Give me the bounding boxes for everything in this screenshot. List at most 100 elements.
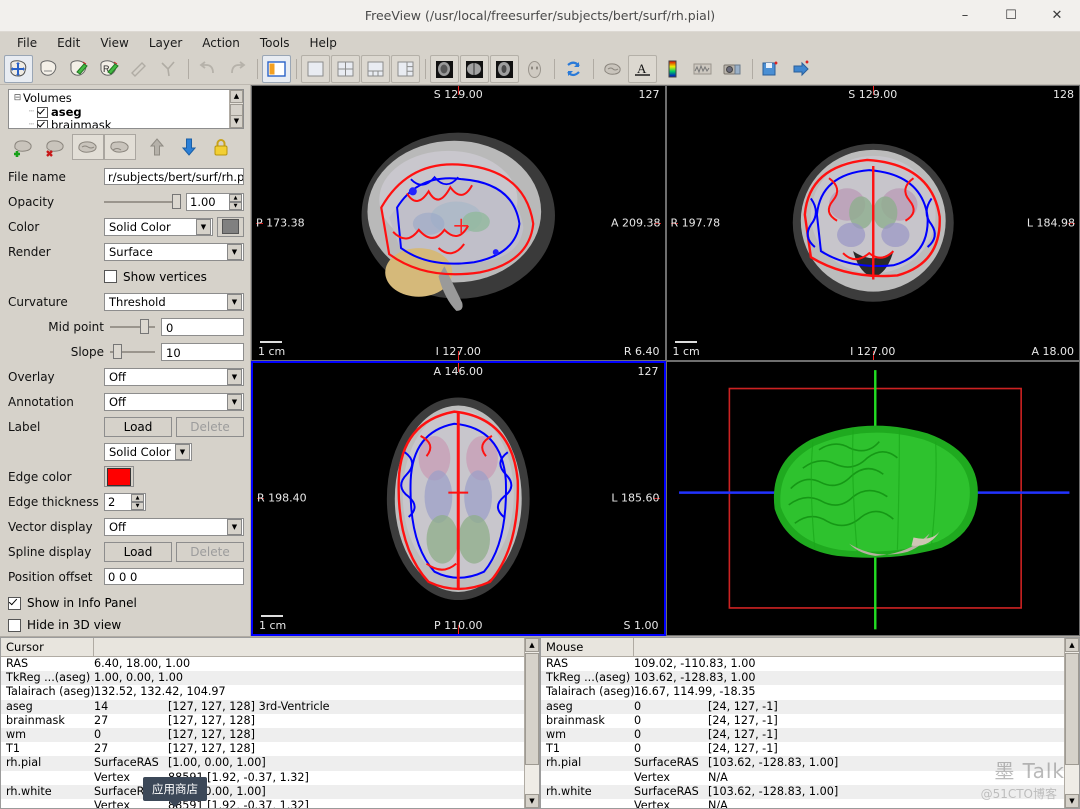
tree-scrollbar[interactable]: ▲ ▼ xyxy=(229,90,243,128)
view-sagittal-icon[interactable] xyxy=(430,55,459,83)
render-combo[interactable]: Surface ▼ xyxy=(104,243,244,261)
spin-arrows[interactable]: ▲▼ xyxy=(229,194,242,210)
undo-icon[interactable] xyxy=(193,55,222,83)
maximize-button[interactable]: ☐ xyxy=(988,0,1034,31)
midpoint-slider[interactable] xyxy=(110,318,155,336)
info-row[interactable]: rh.pialSurfaceRAS[103.62, -128.83, 1.00] xyxy=(541,756,1079,770)
info-row[interactable]: RAS6.40, 18.00, 1.00 xyxy=(1,657,539,671)
spline-load-button[interactable]: Load xyxy=(104,542,172,562)
move-down-icon[interactable] xyxy=(173,134,205,160)
info-row[interactable]: TkReg ...(aseg)103.62, -128.83, 1.00 xyxy=(541,671,1079,685)
opacity-slider[interactable] xyxy=(104,193,181,211)
tree-item-checkbox[interactable] xyxy=(37,107,48,118)
slider-knob[interactable] xyxy=(172,194,181,209)
menu-help[interactable]: Help xyxy=(299,34,346,52)
text-annotation-icon[interactable]: A xyxy=(628,55,657,83)
spin-down-icon[interactable]: ▼ xyxy=(229,202,242,210)
edge-thickness-spinbox[interactable]: 2 ▲▼ xyxy=(104,493,146,511)
annotation-combo[interactable]: Off ▼ xyxy=(104,393,244,411)
surface-b-icon[interactable] xyxy=(104,134,136,160)
move-up-icon[interactable] xyxy=(141,134,173,160)
navigate-icon[interactable] xyxy=(4,55,33,83)
save-point-set-icon[interactable] xyxy=(787,55,816,83)
slope-input[interactable]: 10 xyxy=(161,343,244,361)
label-color-combo[interactable]: Solid Color ▼ xyxy=(104,443,192,461)
chevron-down-icon[interactable]: ▼ xyxy=(227,244,242,260)
voxel-edit-icon[interactable] xyxy=(64,55,93,83)
timecourse-icon[interactable] xyxy=(688,55,717,83)
view-3d-icon[interactable] xyxy=(520,55,549,83)
scroll-up-icon[interactable]: ▲ xyxy=(525,638,539,652)
minimize-button[interactable]: – xyxy=(942,0,988,31)
show-panel-icon[interactable] xyxy=(262,55,291,83)
close-button[interactable]: ✕ xyxy=(1034,0,1080,31)
roi-edit-icon[interactable]: R xyxy=(94,55,123,83)
menu-file[interactable]: File xyxy=(7,34,47,52)
unload-surface-icon[interactable] xyxy=(40,134,72,160)
info-row[interactable]: wm0[127, 127, 128] xyxy=(1,728,539,742)
curvature-combo[interactable]: Threshold ▼ xyxy=(104,293,244,311)
spin-up-icon[interactable]: ▲ xyxy=(229,194,242,202)
opacity-spinbox[interactable]: 1.00 ▲▼ xyxy=(186,193,244,211)
recon-edit-icon[interactable] xyxy=(34,55,63,83)
checkbox-box[interactable] xyxy=(8,597,21,610)
info-row[interactable]: RAS109.02, -110.83, 1.00 xyxy=(541,657,1079,671)
info-row[interactable]: T127[127, 127, 128] xyxy=(1,742,539,756)
color-swatch-button[interactable] xyxy=(217,217,244,237)
chevron-down-icon[interactable]: ▼ xyxy=(227,369,242,385)
hide-in-3d-view-checkbox[interactable]: Hide in 3D view xyxy=(8,614,250,636)
path-tool-icon[interactable] xyxy=(154,55,183,83)
layout-1and3-h-icon[interactable] xyxy=(391,55,420,83)
layout-1and3-icon[interactable] xyxy=(361,55,390,83)
overlay-combo[interactable]: Off ▼ xyxy=(104,368,244,386)
axial-view[interactable]: A 146.00 127 R 198.40 L 185.60 P 110.00 … xyxy=(251,361,666,637)
cursor-info-panel[interactable]: Cursor RAS6.40, 18.00, 1.00 TkReg ...(as… xyxy=(0,637,540,809)
info-row[interactable]: Talairach (aseg)132.52, 132.42, 104.97 xyxy=(1,685,539,699)
chevron-down-icon[interactable]: ▼ xyxy=(227,294,242,310)
scroll-up-icon[interactable]: ▲ xyxy=(1065,638,1079,652)
tree-item-aseg[interactable]: ┄ aseg xyxy=(12,106,243,120)
lock-icon[interactable] xyxy=(205,134,237,160)
tree-item-checkbox[interactable] xyxy=(37,120,48,129)
spin-down-icon[interactable]: ▼ xyxy=(131,502,144,510)
slider-knob[interactable] xyxy=(113,344,122,359)
scroll-thumb[interactable] xyxy=(525,653,539,765)
checkbox-box[interactable] xyxy=(8,619,21,632)
surface-a-icon[interactable] xyxy=(72,134,104,160)
coronal-view[interactable]: S 129.00 128 R 197.78 L 184.98 I 127.00 … xyxy=(666,85,1080,361)
layout-1x1-icon[interactable] xyxy=(301,55,330,83)
menu-action[interactable]: Action xyxy=(192,34,250,52)
load-surface-icon[interactable] xyxy=(8,134,40,160)
midpoint-input[interactable]: 0 xyxy=(161,318,244,336)
layer-tree[interactable]: ⊟ Volumes ┄ aseg ┄ brainmask xyxy=(8,89,244,129)
mouse-panel-scrollbar[interactable]: ▲ ▼ xyxy=(1064,638,1079,808)
save-volume-icon[interactable] xyxy=(757,55,786,83)
mouse-info-panel[interactable]: Mouse RAS109.02, -110.83, 1.00 TkReg ...… xyxy=(540,637,1080,809)
tree-item-brainmask[interactable]: ┄ brainmask xyxy=(12,119,243,129)
info-row[interactable]: VertexN/A xyxy=(541,771,1079,785)
slider-knob[interactable] xyxy=(140,319,149,334)
vector-display-combo[interactable]: Off ▼ xyxy=(104,518,244,536)
point-set-edit-icon[interactable] xyxy=(124,55,153,83)
spin-arrows[interactable]: ▲▼ xyxy=(131,494,144,510)
slope-slider[interactable] xyxy=(110,343,155,361)
checkbox-box[interactable] xyxy=(104,270,117,283)
info-row[interactable]: TkReg ...(aseg)1.00, 0.00, 1.00 xyxy=(1,671,539,685)
view-coronal-icon[interactable] xyxy=(460,55,489,83)
menu-tools[interactable]: Tools xyxy=(250,34,300,52)
info-row[interactable]: T10[24, 127, -1] xyxy=(541,742,1079,756)
scroll-down-icon[interactable]: ▼ xyxy=(1065,794,1079,808)
scroll-down-icon[interactable]: ▼ xyxy=(230,115,243,128)
info-row[interactable]: aseg0[24, 127, -1] xyxy=(541,700,1079,714)
info-row[interactable]: brainmask27[127, 127, 128] xyxy=(1,714,539,728)
view-axial-icon[interactable] xyxy=(490,55,519,83)
menu-edit[interactable]: Edit xyxy=(47,34,90,52)
tree-group-volumes[interactable]: ⊟ Volumes xyxy=(12,92,243,106)
sagittal-view[interactable]: S 129.00 127 P 173.38 A 209.38 I 127.00 … xyxy=(251,85,666,361)
3d-view[interactable] xyxy=(666,361,1080,637)
surface-icon[interactable] xyxy=(598,55,627,83)
info-row[interactable]: aseg14[127, 127, 128] 3rd-Ventricle xyxy=(1,700,539,714)
screenshot-icon[interactable] xyxy=(718,55,747,83)
info-row[interactable]: Vertex88591 [1.92, -0.37, 1.32] xyxy=(1,799,539,809)
info-row[interactable]: Talairach (aseg)16.67, 114.99, -18.35 xyxy=(541,685,1079,699)
